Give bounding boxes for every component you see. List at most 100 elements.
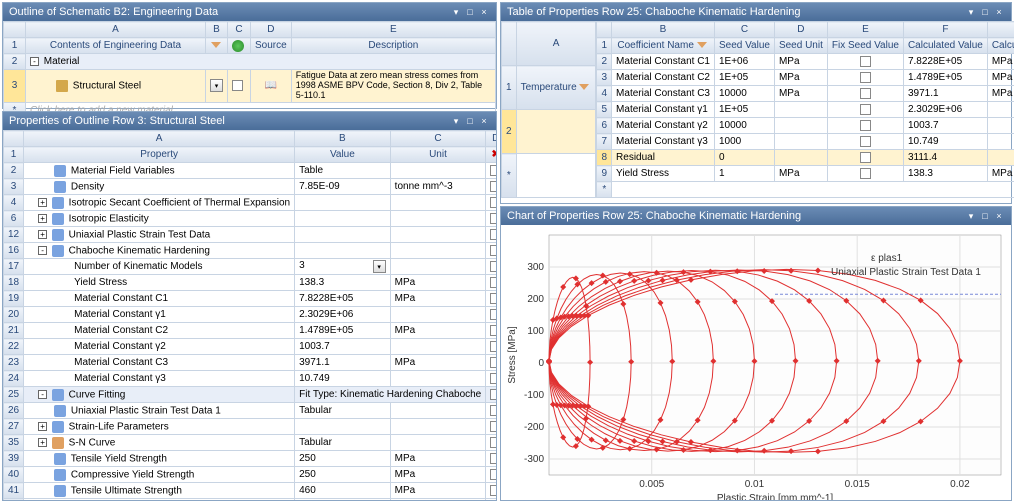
unit-cell[interactable]: tonne mm^-3: [390, 179, 486, 195]
coefficient-row[interactable]: 2 Material Constant C1 1E+06 MPa 7.8228E…: [597, 54, 1014, 70]
calc-value-header[interactable]: Calculated Value: [903, 38, 987, 54]
property-label[interactable]: Material Constant γ2: [24, 339, 295, 355]
value-header[interactable]: Value: [295, 147, 391, 163]
property-row[interactable]: 2 Material Field Variables Table: [4, 163, 497, 179]
description-cell[interactable]: Fatigue Data at zero mean stress comes f…: [291, 70, 495, 103]
checkbox-cell[interactable]: [486, 179, 496, 195]
expand-icon[interactable]: +: [38, 214, 47, 223]
unit-cell[interactable]: MPa: [390, 291, 486, 307]
property-row[interactable]: 39 Tensile Yield Strength 250MPa: [4, 451, 497, 467]
calc-unit-cell[interactable]: [987, 118, 1014, 134]
coef-name-cell[interactable]: Yield Stress: [612, 166, 715, 182]
fix-checkbox-cell[interactable]: [827, 150, 903, 166]
unit-cell[interactable]: [390, 259, 486, 275]
calc-value-cell[interactable]: 2.3029E+06: [903, 102, 987, 118]
property-label[interactable]: + Isotropic Secant Coefficient of Therma…: [24, 195, 295, 211]
property-label[interactable]: Material Constant C1: [24, 291, 295, 307]
expand-icon[interactable]: +: [38, 422, 47, 431]
checkbox-cell[interactable]: [486, 483, 496, 499]
property-label[interactable]: - Chaboche Kinematic Hardening: [24, 243, 295, 259]
value-cell[interactable]: 3971.1: [295, 355, 391, 371]
value-cell[interactable]: 2.3029E+06: [295, 307, 391, 323]
property-row[interactable]: 16 - Chaboche Kinematic Hardening: [4, 243, 497, 259]
value-cell[interactable]: [295, 243, 391, 259]
unit-cell[interactable]: [390, 163, 486, 179]
fix-seed-header[interactable]: Fix Seed Value: [827, 38, 903, 54]
globe-icon[interactable]: [228, 38, 251, 54]
source-header[interactable]: Source: [251, 38, 292, 54]
filter-icon[interactable]: [579, 84, 589, 90]
value-cell[interactable]: Fit Type: Kinematic Hardening Chaboche: [295, 387, 486, 403]
property-row[interactable]: 40 Compressive Yield Strength 250MPa: [4, 467, 497, 483]
checkbox-cell[interactable]: [486, 451, 496, 467]
col-header[interactable]: F: [903, 22, 987, 38]
pin-icon[interactable]: ▾: [965, 210, 977, 222]
seed-value-cell[interactable]: 1E+05: [714, 70, 774, 86]
unit-cell[interactable]: MPa: [390, 355, 486, 371]
coefficient-row[interactable]: 8 Residual 0 3111.4: [597, 150, 1014, 166]
seed-unit-header[interactable]: Seed Unit: [774, 38, 827, 54]
value-cell[interactable]: [295, 419, 391, 435]
property-label[interactable]: Number of Kinematic Models: [24, 259, 295, 275]
fix-checkbox-cell[interactable]: [827, 86, 903, 102]
value-cell[interactable]: 138.3: [295, 275, 391, 291]
chevron-down-icon[interactable]: ▾: [373, 260, 386, 273]
seed-value-cell[interactable]: 1E+05: [714, 102, 774, 118]
new-row[interactable]: [612, 182, 1014, 198]
expand-icon[interactable]: +: [38, 438, 47, 447]
calc-value-cell[interactable]: 7.8228E+05: [903, 54, 987, 70]
value-cell[interactable]: 0: [295, 499, 391, 501]
unit-cell[interactable]: MPa: [390, 323, 486, 339]
value-cell[interactable]: 250: [295, 451, 391, 467]
source-link[interactable]: 📖: [251, 70, 292, 103]
coefficient-name-header[interactable]: Coefficient Name: [612, 38, 715, 54]
calc-unit-cell[interactable]: MPa: [987, 86, 1014, 102]
fix-checkbox-cell[interactable]: [827, 54, 903, 70]
unit-cell[interactable]: [390, 403, 486, 419]
value-cell[interactable]: [295, 195, 391, 211]
calc-value-cell[interactable]: 10.749: [903, 134, 987, 150]
property-row[interactable]: 26 Uniaxial Plastic Strain Test Data 1 T…: [4, 403, 497, 419]
coef-name-cell[interactable]: Material Constant γ2: [612, 118, 715, 134]
fix-checkbox-cell[interactable]: [827, 70, 903, 86]
property-label[interactable]: Uniaxial Plastic Strain Test Data 1: [24, 403, 295, 419]
calc-unit-header[interactable]: Calculated Unit: [987, 38, 1014, 54]
property-label[interactable]: + Isotropic Elasticity: [24, 211, 295, 227]
value-cell[interactable]: 1.4789E+05: [295, 323, 391, 339]
calc-unit-cell[interactable]: [987, 134, 1014, 150]
seed-unit-cell[interactable]: MPa: [774, 166, 827, 182]
fix-checkbox-cell[interactable]: [827, 102, 903, 118]
checkbox-cell[interactable]: [486, 467, 496, 483]
collapse-icon[interactable]: -: [38, 246, 47, 255]
coefficient-row[interactable]: 3 Material Constant C2 1E+05 MPa 1.4789E…: [597, 70, 1014, 86]
property-row[interactable]: 41 Tensile Ultimate Strength 460MPa: [4, 483, 497, 499]
col-header[interactable]: C: [390, 131, 486, 147]
property-label[interactable]: - Curve Fitting: [24, 387, 295, 403]
seed-value-cell[interactable]: 10000: [714, 86, 774, 102]
col-header[interactable]: E: [827, 22, 903, 38]
col-header[interactable]: B: [295, 131, 391, 147]
unit-cell[interactable]: [390, 243, 486, 259]
property-row[interactable]: 24 Material Constant γ3 10.749: [4, 371, 497, 387]
coef-name-cell[interactable]: Material Constant γ1: [612, 102, 715, 118]
maximize-icon[interactable]: □: [464, 115, 476, 127]
material-category[interactable]: - Material: [26, 54, 496, 70]
temperature-header[interactable]: Temperature: [516, 66, 596, 110]
property-row[interactable]: 19 Material Constant C1 7.8228E+05MPa: [4, 291, 497, 307]
value-cell[interactable]: [295, 227, 391, 243]
coef-name-cell[interactable]: Material Constant C2: [612, 70, 715, 86]
coef-name-cell[interactable]: Material Constant C1: [612, 54, 715, 70]
property-row[interactable]: 12 + Uniaxial Plastic Strain Test Data: [4, 227, 497, 243]
checkbox-cell[interactable]: [486, 355, 496, 371]
value-cell[interactable]: Tabular: [295, 435, 391, 451]
seed-value-cell[interactable]: 1000: [714, 134, 774, 150]
filter-icon[interactable]: [697, 42, 707, 48]
property-row[interactable]: 21 Material Constant C2 1.4789E+05MPa: [4, 323, 497, 339]
fix-checkbox-cell[interactable]: [827, 166, 903, 182]
property-row[interactable]: 25 - Curve Fitting Fit Type: Kinematic H…: [4, 387, 497, 403]
value-cell[interactable]: 7.8228E+05: [295, 291, 391, 307]
checkbox-cell[interactable]: [486, 243, 496, 259]
description-header[interactable]: Description: [291, 38, 495, 54]
property-label[interactable]: Compressive Yield Strength: [24, 467, 295, 483]
maximize-icon[interactable]: □: [464, 6, 476, 18]
